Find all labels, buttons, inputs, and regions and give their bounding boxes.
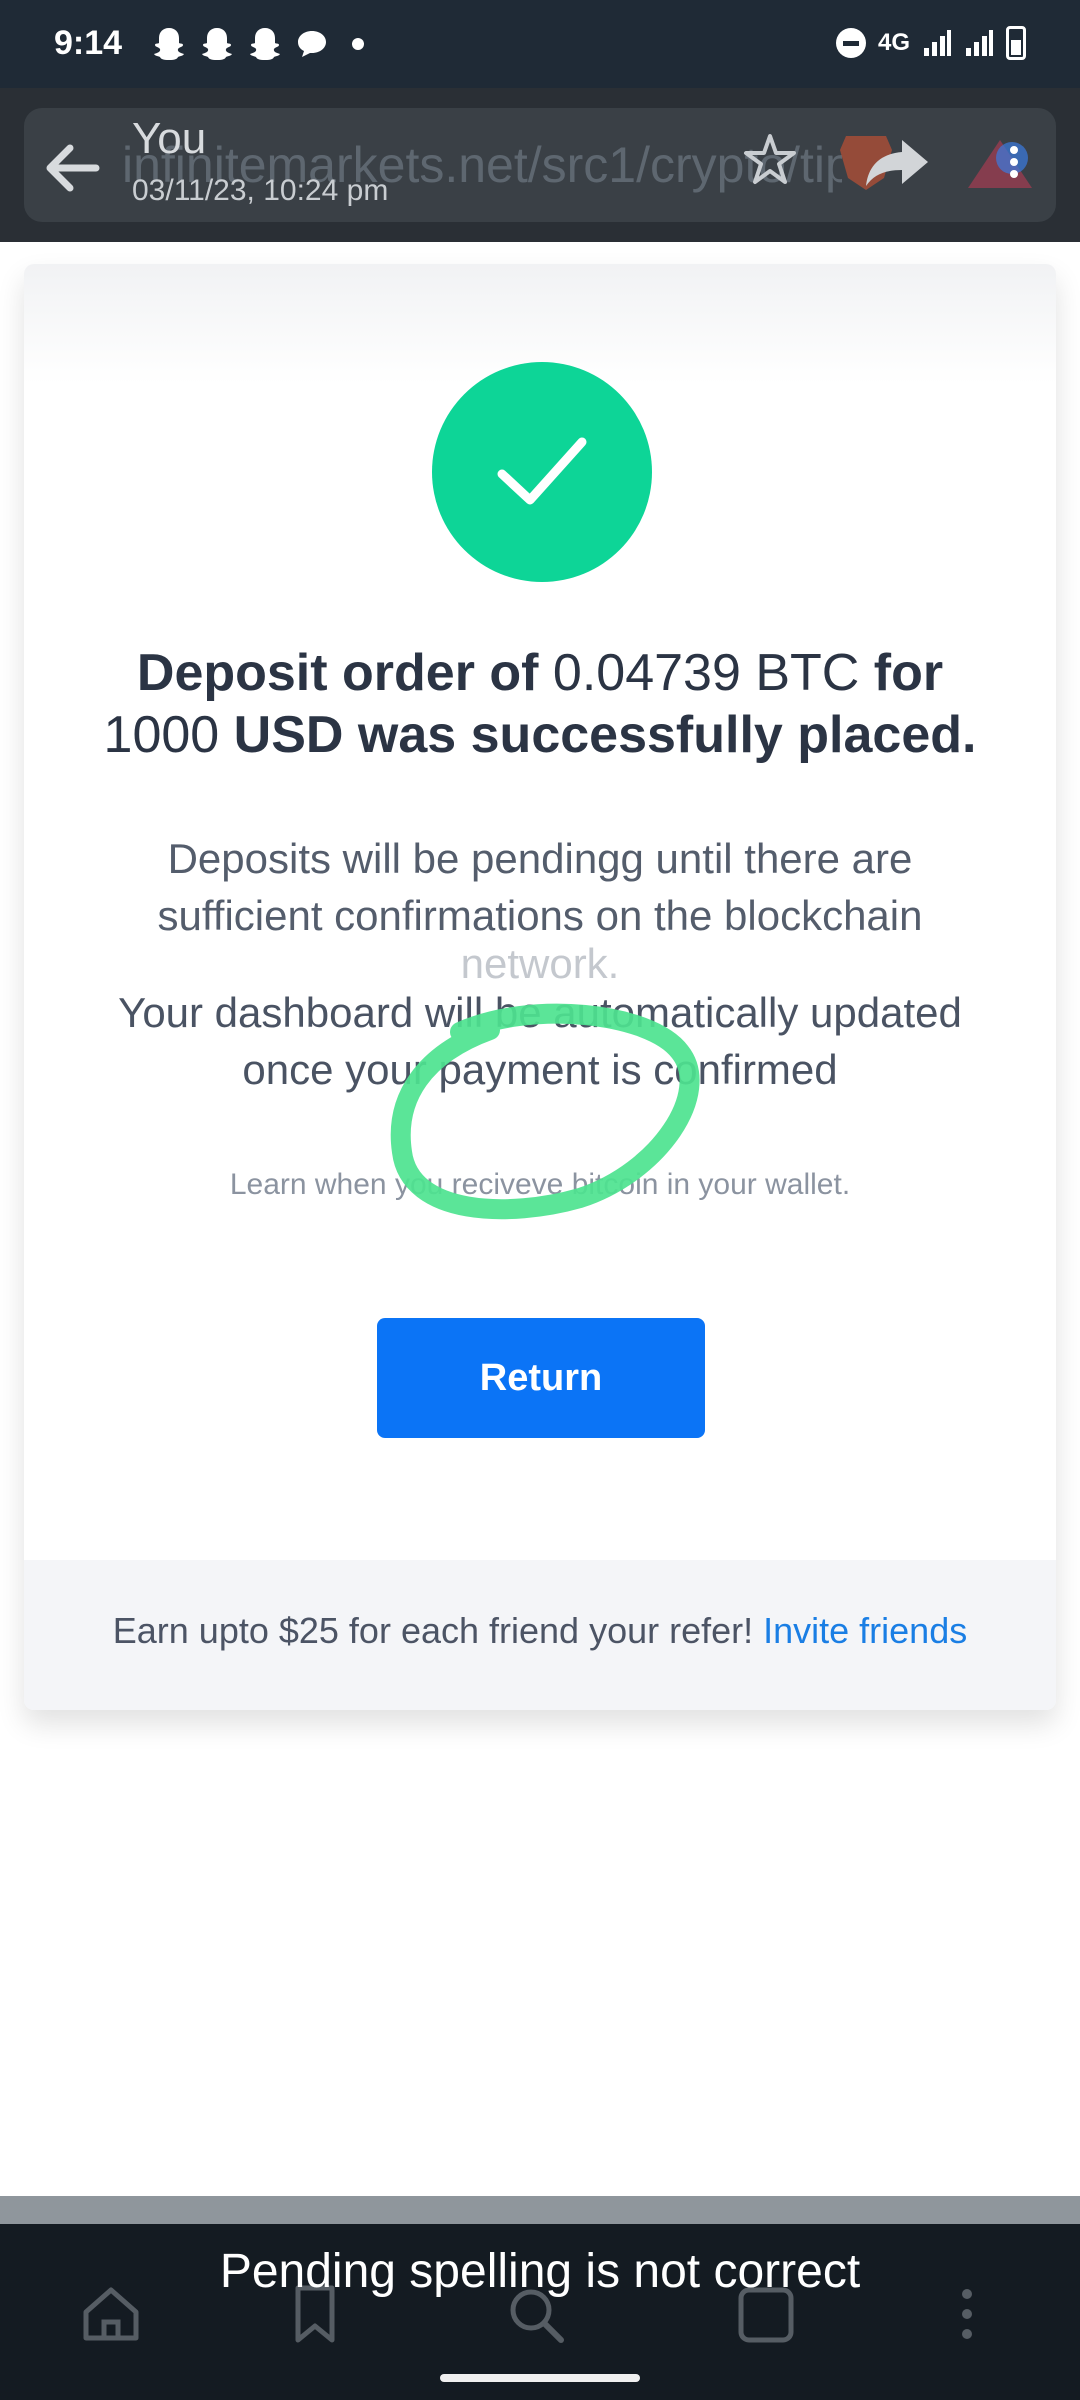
notification-icons (152, 26, 364, 62)
back-arrow-icon[interactable] (40, 136, 104, 200)
referral-text: Earn upto $25 for each friend your refer… (24, 1610, 1056, 1652)
dashboard-line-1: Your dashboard will be automatically upd… (118, 989, 962, 1036)
profile-icon[interactable] (962, 132, 1038, 196)
headline-text: Deposit order of (136, 644, 553, 702)
network-type-label: 4G (877, 29, 910, 56)
headline-text: for (859, 644, 944, 702)
deposit-confirmation-card: Deposit order of 0.04739 BTC for 1000 US… (24, 264, 1056, 1710)
more-notifications-dot-icon (352, 38, 364, 50)
signal-icon (924, 30, 951, 56)
btc-amount: 0.04739 BTC (552, 644, 860, 702)
caption-text: Pending spelling is not correct (219, 2245, 861, 2298)
deposit-headline: Deposit order of 0.04739 BTC for 1000 US… (64, 642, 1016, 766)
status-bar: 9:14 4G (0, 0, 1080, 88)
pending-message: Deposits will be pendingg until there ar… (64, 830, 1016, 1098)
chat-bubble-icon (298, 31, 326, 57)
pending-line-1: Deposits will be pendingg until there ar… (167, 835, 913, 882)
snapchat-icon (202, 28, 232, 60)
web-page: Deposit order of 0.04739 BTC for 1000 US… (0, 242, 1080, 2196)
usd-amount: 1000 (103, 706, 220, 764)
pending-line-2: sufficient confirmations on the blockcha… (157, 892, 923, 939)
message-timestamp: 03/11/23, 10:24 pm (132, 174, 389, 207)
home-indicator[interactable] (440, 2374, 640, 2382)
earn-text: Earn upto $25 for each friend your refer… (112, 1610, 764, 1651)
status-time: 9:14 (54, 24, 123, 62)
system-icons: 4G (835, 26, 1026, 60)
invite-friends-link[interactable]: Invite friends (763, 1610, 967, 1651)
headline-text: USD was successfully placed. (219, 706, 977, 764)
referral-footer: Earn upto $25 for each friend your refer… (24, 1560, 1056, 1710)
dashboard-line-2: once your payment is confirmed (242, 1046, 838, 1093)
chat-header: infinitemarkets.net/src1/crypto/tip You … (0, 88, 1080, 242)
do-not-disturb-icon (835, 28, 866, 58)
pending-line-3: network. (460, 940, 620, 987)
star-icon[interactable] (742, 132, 798, 188)
sender-name: You (132, 114, 207, 163)
learn-more-link[interactable]: Learn when you reciveve bitcoin in your … (64, 1168, 1016, 1202)
snapchat-icon (154, 28, 184, 60)
return-button[interactable]: Return (377, 1318, 705, 1438)
signal-icon (966, 30, 993, 56)
share-forward-icon[interactable] (862, 134, 932, 190)
scroll-indicator-strip (0, 2196, 1080, 2224)
battery-icon (1006, 26, 1026, 60)
snapchat-icon (250, 28, 280, 60)
success-check-icon (432, 362, 652, 582)
